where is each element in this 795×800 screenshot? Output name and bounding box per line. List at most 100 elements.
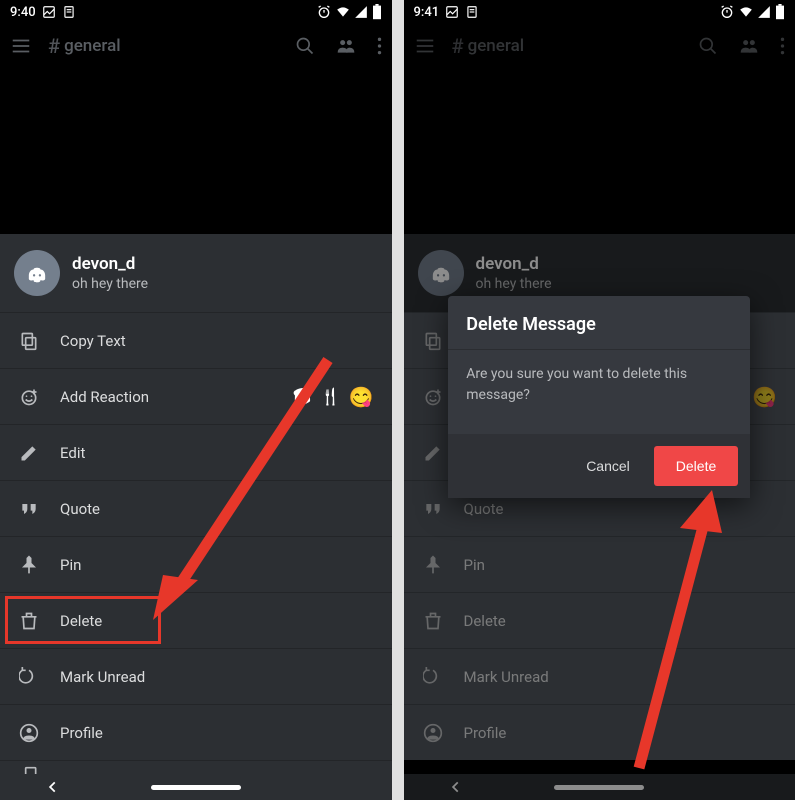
members-icon[interactable]	[738, 36, 760, 56]
menu-delete[interactable]: Delete	[404, 592, 795, 648]
members-icon[interactable]	[335, 36, 357, 56]
menu-label: Copy Text	[60, 332, 126, 350]
modal-title: Delete Message	[448, 296, 750, 349]
pin-icon	[18, 555, 40, 575]
pencil-icon	[422, 443, 444, 463]
photo-icon	[42, 5, 56, 19]
menu-edit[interactable]: Edit	[0, 424, 392, 480]
phone-left: 9:40 #general devon_d oh hey there	[0, 0, 392, 800]
menu-delete[interactable]: Delete	[0, 592, 392, 648]
menu-label: Edit	[60, 444, 85, 462]
reaction-suggestions: 🍞 🍴 😋	[293, 385, 374, 409]
menu-pin[interactable]: Pin	[0, 536, 392, 592]
menu-label: Delete	[464, 612, 506, 630]
status-bar: 9:41	[404, 0, 795, 24]
app-header: #general	[0, 24, 392, 68]
message-username: devon_d	[476, 254, 552, 274]
pencil-icon	[18, 443, 40, 463]
more-icon[interactable]	[377, 36, 382, 56]
channel-title: #general	[48, 34, 279, 58]
photo-icon	[445, 5, 459, 19]
menu-label: Mark Unread	[60, 668, 145, 686]
search-icon[interactable]	[698, 36, 718, 56]
menu-label: Delete	[60, 612, 102, 630]
home-pill[interactable]	[151, 785, 241, 790]
unread-icon	[422, 667, 444, 687]
menu-profile[interactable]: Profile	[0, 704, 392, 760]
menu-add-reaction[interactable]: Add Reaction 🍞 🍴 😋	[0, 368, 392, 424]
trash-icon	[18, 611, 40, 631]
reaction-icon	[422, 387, 444, 407]
more-icon[interactable]	[780, 36, 785, 56]
avatar	[14, 250, 60, 296]
menu-label: Add Reaction	[60, 388, 149, 406]
reaction-icon	[18, 387, 40, 407]
nav-bar	[0, 774, 392, 800]
quote-icon	[18, 499, 40, 519]
bread-icon[interactable]: 🍞	[293, 387, 313, 406]
menu-icon[interactable]	[414, 35, 436, 57]
menu-icon[interactable]	[10, 35, 32, 57]
clock: 9:40	[10, 5, 36, 20]
hash-icon: #	[452, 34, 464, 58]
wifi-icon	[739, 5, 753, 19]
empty-space	[404, 68, 795, 234]
menu-quote[interactable]: Quote	[0, 480, 392, 536]
unread-icon	[18, 667, 40, 687]
pin-icon	[422, 555, 444, 575]
menu-label: Quote	[464, 500, 504, 518]
message-username: devon_d	[72, 254, 148, 274]
delete-button[interactable]: Delete	[654, 446, 738, 486]
discord-icon	[427, 259, 455, 287]
modal-body: Are you sure you want to delete this mes…	[448, 349, 750, 434]
status-bar: 9:40	[0, 0, 392, 24]
menu-label: Profile	[60, 724, 103, 742]
menu-mark-unread[interactable]: Mark Unread	[404, 648, 795, 704]
search-icon[interactable]	[295, 36, 315, 56]
menu-pin[interactable]: Pin	[404, 536, 795, 592]
yum-emoji[interactable]: 😋	[349, 385, 374, 409]
menu-label: Mark Unread	[464, 668, 549, 686]
yum-emoji[interactable]: 😋	[752, 385, 777, 409]
menu-label: Profile	[464, 724, 507, 742]
discord-icon	[23, 259, 51, 287]
menu-label: Quote	[60, 500, 100, 518]
profile-icon	[18, 723, 40, 743]
profile-icon	[422, 723, 444, 743]
fork-knife-icon[interactable]: 🍴	[321, 387, 341, 406]
cancel-button[interactable]: Cancel	[570, 448, 646, 484]
battery-icon	[372, 4, 382, 20]
empty-space	[0, 68, 392, 234]
menu-profile[interactable]: Profile	[404, 704, 795, 760]
clock: 9:41	[414, 5, 440, 20]
menu-label: Pin	[60, 556, 81, 574]
home-pill[interactable]	[554, 785, 644, 790]
signal-icon	[354, 5, 368, 19]
copy-icon	[422, 331, 444, 351]
nav-bar	[404, 774, 795, 800]
doc-icon	[465, 5, 479, 19]
copy-icon	[18, 331, 40, 351]
message-preview: devon_d oh hey there	[0, 234, 392, 312]
avatar	[418, 250, 464, 296]
alarm-icon	[316, 4, 332, 20]
context-menu: Copy Text Add Reaction 🍞 🍴 😋 Edit Quote …	[0, 312, 392, 780]
battery-icon	[775, 4, 785, 20]
wifi-icon	[336, 5, 350, 19]
back-button[interactable]	[46, 780, 60, 794]
phone-right: 9:41 #general devon_d oh hey there	[404, 0, 795, 800]
quote-icon	[422, 499, 444, 519]
trash-icon	[422, 611, 444, 631]
menu-mark-unread[interactable]: Mark Unread	[0, 648, 392, 704]
reaction-suggestions: 😋	[752, 385, 777, 409]
alarm-icon	[719, 4, 735, 20]
app-header: #general	[404, 24, 795, 68]
delete-modal: Delete Message Are you sure you want to …	[448, 296, 750, 498]
modal-actions: Cancel Delete	[448, 434, 750, 498]
hash-icon: #	[48, 34, 60, 58]
message-content: oh hey there	[476, 276, 552, 292]
doc-icon	[62, 5, 76, 19]
menu-copy-text[interactable]: Copy Text	[0, 312, 392, 368]
back-button[interactable]	[449, 780, 463, 794]
signal-icon	[757, 5, 771, 19]
